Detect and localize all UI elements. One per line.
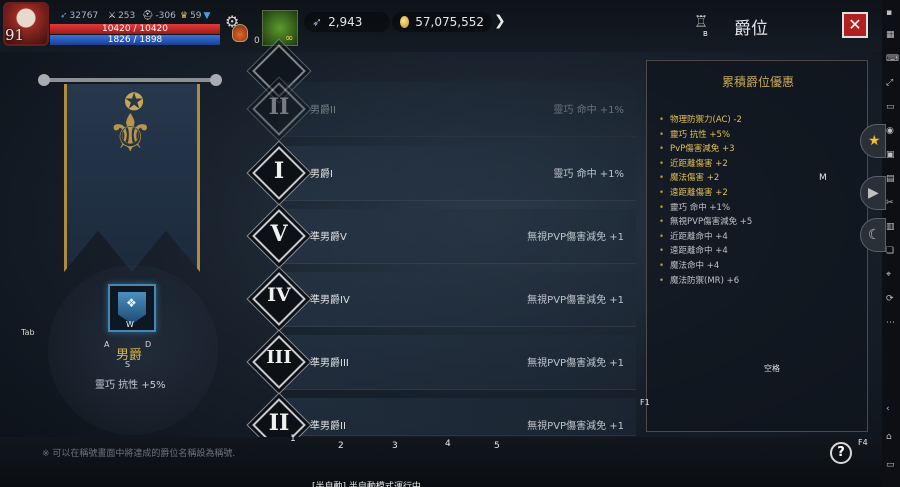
sidebar-sync-icon[interactable]: ⟳ bbox=[886, 294, 894, 304]
chevron-right-icon[interactable]: ❯ bbox=[494, 13, 506, 29]
bonus-item: 遠距離命中 +4 bbox=[659, 244, 752, 259]
f1-key-label: F1 bbox=[640, 398, 650, 407]
bonus-item: 靈巧 抗性 +5% bbox=[659, 128, 752, 143]
help-button[interactable]: ? bbox=[830, 442, 852, 464]
bonus-item: 靈巧 命中 +1% bbox=[659, 201, 752, 216]
title-hotkey: B bbox=[703, 30, 708, 38]
hotkey-2[interactable]: 2 bbox=[338, 441, 344, 451]
bonus-item: 近距離傷害 +2 bbox=[659, 157, 752, 172]
bonus-title: 累積爵位優惠 bbox=[721, 75, 794, 89]
rank-numeral: III bbox=[266, 347, 292, 368]
trophy-icon: ♛ bbox=[180, 11, 189, 21]
bonus-item: 近距離命中 +4 bbox=[659, 230, 752, 245]
bonus-item: 物理防禦力(AC) -2 bbox=[659, 113, 752, 128]
bonus-item: 無視PVP傷害減免 +5 bbox=[659, 215, 752, 230]
character-level: 91 bbox=[5, 26, 25, 44]
rank-row[interactable]: 男爵II 靈巧 命中 +1% bbox=[278, 82, 636, 137]
hotkey-3[interactable]: 3 bbox=[392, 441, 398, 451]
close-button[interactable]: ✕ bbox=[842, 12, 868, 38]
feather-currency: ➶ 2,943 bbox=[304, 12, 390, 32]
griffin-crest-icon: ⚜ bbox=[107, 104, 154, 164]
bonus-list: 物理防禦力(AC) -2 靈巧 抗性 +5% PvP傷害減免 +3 近距離傷害 … bbox=[659, 113, 752, 288]
sidebar-camera-icon[interactable]: ▣ bbox=[886, 150, 895, 160]
rank-row[interactable]: 準男爵V 無視PVP傷害減免 +1 bbox=[278, 209, 636, 264]
key-d: D bbox=[145, 340, 152, 349]
helmet-icon: ⛑ bbox=[142, 11, 154, 21]
current-rank-name: 男爵 bbox=[116, 348, 143, 363]
sidebar-record-icon[interactable]: ◉ bbox=[886, 126, 894, 136]
mp-bar: 1826 / 1898 bbox=[50, 35, 220, 45]
key-m-label: M bbox=[819, 173, 827, 183]
gold-coin-icon bbox=[400, 16, 410, 28]
accumulated-bonus-panel: 累積爵位優惠 物理防禦力(AC) -2 靈巧 抗性 +5% PvP傷害減免 +3… bbox=[646, 60, 868, 432]
bonus-item: PvP傷害減免 +3 bbox=[659, 142, 752, 157]
sidebar-layers-icon[interactable]: ❏ bbox=[886, 246, 894, 256]
bottom-bar bbox=[0, 437, 882, 487]
rank-numeral: V bbox=[270, 221, 288, 247]
hp-bar: 10420 / 10420 bbox=[50, 24, 220, 34]
moon-icon: ☾ bbox=[868, 227, 881, 243]
hotkey-5[interactable]: 5 bbox=[494, 441, 500, 451]
rank-row[interactable]: 準男爵IV 無視PVP傷害減免 +1 bbox=[278, 272, 636, 327]
sidebar-grid-icon[interactable]: ▦ bbox=[886, 30, 895, 40]
hotkey-4[interactable]: 4 bbox=[445, 439, 451, 449]
star-icon: ★ bbox=[868, 133, 881, 149]
rank-banner: ✪ ⚜ bbox=[64, 84, 200, 272]
sidebar-macro-icon[interactable]: ▤ bbox=[886, 174, 895, 184]
rank-numeral: II bbox=[268, 94, 290, 120]
hotkey-1[interactable]: 1 bbox=[290, 434, 296, 444]
bonus-item: 魔法防禦(MR) +6 bbox=[659, 274, 752, 289]
potion-icon[interactable] bbox=[232, 24, 248, 42]
rank-numeral: I bbox=[273, 158, 285, 184]
gold-currency: 57,075,552 bbox=[392, 12, 492, 32]
rank-numeral: IV bbox=[267, 284, 291, 306]
dropdown-arrow-icon[interactable]: ▼ bbox=[204, 11, 211, 21]
sidebar-dot-icon[interactable]: ▪ bbox=[886, 8, 892, 18]
sidebar-file-icon[interactable]: ▥ bbox=[886, 222, 895, 232]
rank-insignia-icon: ❖ bbox=[126, 296, 137, 310]
rank-row[interactable]: 男爵I 靈巧 命中 +1% bbox=[278, 146, 636, 201]
key-w: W bbox=[126, 320, 134, 329]
rank-title-icon: ♖ bbox=[694, 12, 709, 31]
moon-button[interactable]: ☾ bbox=[860, 218, 886, 252]
feather-icon: ➶ bbox=[312, 15, 323, 29]
sidebar-scissors-icon[interactable]: ✂ bbox=[886, 198, 894, 208]
current-rank-effect: 靈巧 抗性 +5% bbox=[95, 380, 166, 391]
stat-wing: ➶ 32767 bbox=[60, 11, 99, 21]
stat-trophy: ♛ 59 ▼ bbox=[180, 11, 211, 21]
play-icon: ▶ bbox=[868, 185, 879, 201]
sidebar-more-icon[interactable]: ⋯ bbox=[886, 318, 895, 328]
potion-count: 0 bbox=[254, 36, 260, 46]
auto-mode-status: [半自動] 半自動模式運行中 bbox=[312, 482, 421, 487]
rank-numeral: II bbox=[268, 410, 290, 436]
f4-key-label: F4 bbox=[858, 438, 868, 447]
rank-row[interactable]: 準男爵III 無視PVP傷害減免 +1 bbox=[278, 335, 636, 390]
sidebar-keyboard-icon[interactable]: ⌨ bbox=[886, 54, 899, 64]
stat-attack: ⚔ 253 bbox=[108, 11, 136, 21]
bonus-item: 遠距離傷害 +2 bbox=[659, 186, 752, 201]
sidebar-recent-icon[interactable]: ▭ bbox=[886, 460, 895, 470]
tab-key-label: Tab bbox=[21, 328, 35, 337]
title-hint-text: ※ 可以在稱號畫面中將達成的爵位名稱設為稱號. bbox=[42, 449, 236, 459]
play-button[interactable]: ▶ bbox=[860, 176, 886, 210]
wing-icon: ➶ bbox=[60, 11, 68, 21]
sidebar-home-icon[interactable]: ⌂ bbox=[886, 432, 892, 442]
sidebar-screen-icon[interactable]: ▭ bbox=[886, 102, 895, 112]
sword-icon: ⚔ bbox=[108, 11, 117, 21]
stat-defense: ⛑ -306 bbox=[142, 11, 176, 21]
bonus-item: 魔法命中 +4 bbox=[659, 259, 752, 274]
rank-row[interactable]: 準男爵II 無視PVP傷害減免 +1 bbox=[278, 398, 636, 436]
window-title: 爵位 bbox=[734, 19, 768, 39]
buff-leaf-icon[interactable]: ∞ bbox=[262, 10, 298, 46]
sidebar-back-icon[interactable]: ‹ bbox=[886, 404, 890, 414]
space-key-label: 空格 bbox=[764, 364, 780, 373]
bonus-item: 魔法傷害 +2 bbox=[659, 171, 752, 186]
favorite-button[interactable]: ★ bbox=[860, 124, 886, 158]
key-a: A bbox=[104, 340, 110, 349]
sidebar-expand-icon[interactable]: ⤢ bbox=[886, 78, 893, 88]
sidebar-location-icon[interactable]: ⌖ bbox=[886, 270, 891, 280]
infinity-icon: ∞ bbox=[285, 33, 294, 44]
